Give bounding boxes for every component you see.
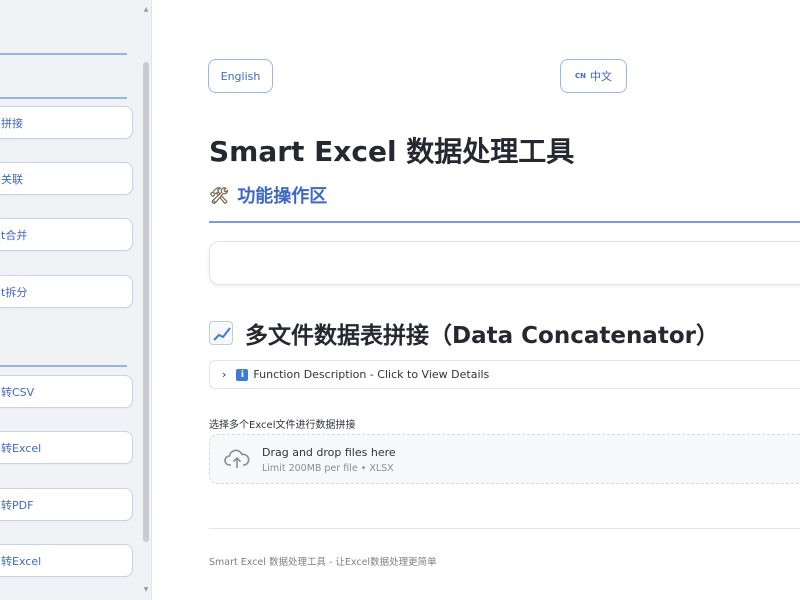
sidebar-item-label: 拼接 <box>1 116 23 130</box>
sidebar-item-label: 转PDF <box>1 498 34 512</box>
sidebar-divider <box>0 365 127 367</box>
expander-label: Function Description - Click to View Det… <box>253 368 490 381</box>
scroll-down-icon[interactable]: ▼ <box>143 586 149 594</box>
dropzone-title: Drag and drop files here <box>262 446 396 459</box>
sidebar-item-concatenate[interactable]: 拼接 <box>0 106 133 139</box>
sidebar-item-label: 转Excel <box>1 554 42 568</box>
sidebar-item-label: t合并 <box>1 228 28 242</box>
cn-flag-icon: CN <box>575 72 586 80</box>
chinese-button[interactable]: CN 中文 <box>560 59 627 93</box>
sidebar-item-label: 关联 <box>1 172 23 186</box>
sidebar-item-to-csv[interactable]: 转CSV <box>0 375 133 408</box>
footer-text: Smart Excel 数据处理工具 - 让Excel数据处理更简单 <box>209 557 437 568</box>
sidebar-item-label: 转Excel <box>1 441 42 455</box>
empty-container <box>209 241 800 285</box>
sidebar-divider <box>0 53 127 55</box>
scroll-up-icon[interactable]: ▲ <box>143 6 149 14</box>
section-subtitle: 🛠 功能操作区 <box>209 182 327 208</box>
info-icon: i <box>236 368 249 381</box>
section-heading: 多文件数据表拼接（Data Concatenator） <box>209 316 719 350</box>
section-heading-text: 多文件数据表拼接（Data Concatenator） <box>245 323 719 349</box>
divider <box>209 221 800 223</box>
chevron-right-icon: › <box>222 368 227 381</box>
sidebar-item-label: 转CSV <box>1 385 35 399</box>
sidebar-item-label: t拆分 <box>1 285 28 299</box>
sidebar: ▲ 拼接 关联 t合并 t拆分 转CSV 转Excel 转PDF 转Excel … <box>0 0 152 600</box>
sidebar-item-split[interactable]: t拆分 <box>0 275 133 308</box>
subtitle-text: 功能操作区 <box>237 186 328 207</box>
english-button[interactable]: English <box>208 59 273 93</box>
sidebar-divider <box>0 97 127 99</box>
chinese-button-label: 中文 <box>590 70 612 83</box>
file-dropzone[interactable]: Drag and drop files here Limit 200MB per… <box>209 434 800 484</box>
cloud-upload-icon <box>224 448 250 474</box>
sidebar-item-to-excel[interactable]: 转Excel <box>0 431 133 464</box>
main-content: English CN 中文 Smart Excel 数据处理工具 🛠 功能操作区… <box>152 0 800 600</box>
upload-label: 选择多个Excel文件进行数据拼接 <box>209 420 356 431</box>
dropzone-subtitle: Limit 200MB per file • XLSX <box>262 463 394 474</box>
sidebar-scrollbar[interactable] <box>143 62 149 542</box>
english-button-label: English <box>220 69 261 83</box>
sidebar-item-to-excel-2[interactable]: 转Excel <box>0 544 133 577</box>
sidebar-item-join[interactable]: 关联 <box>0 162 133 195</box>
footer-divider <box>209 528 800 529</box>
page-title: Smart Excel 数据处理工具 <box>209 135 575 168</box>
sidebar-item-to-pdf[interactable]: 转PDF <box>0 488 133 521</box>
chart-increasing-icon <box>209 321 233 345</box>
function-description-expander[interactable]: › i Function Description - Click to View… <box>209 360 800 389</box>
tools-icon: 🛠 <box>209 185 230 205</box>
sidebar-item-merge[interactable]: t合并 <box>0 218 133 251</box>
